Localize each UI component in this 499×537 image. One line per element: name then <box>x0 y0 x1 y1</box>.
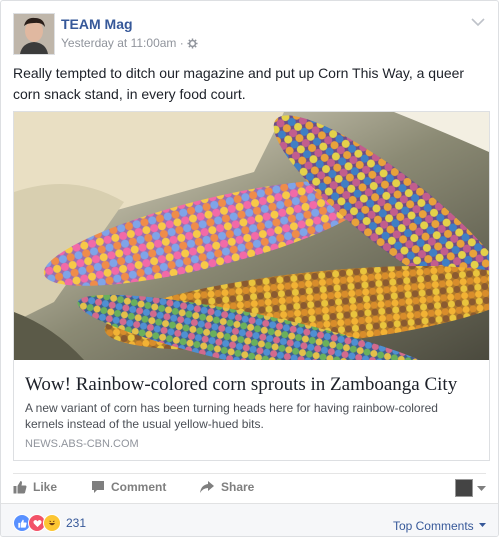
reaction-count[interactable]: 231 <box>66 516 86 530</box>
caret-down-icon <box>477 479 486 497</box>
post-as-selector[interactable] <box>455 479 486 497</box>
top-comments-dropdown[interactable]: Top Comments <box>393 517 486 533</box>
comment-button[interactable]: Comment <box>91 480 166 494</box>
comment-label: Comment <box>111 480 167 494</box>
top-comments-label: Top Comments <box>392 519 474 533</box>
meta-separator: · <box>179 36 184 50</box>
like-button[interactable]: Like <box>13 480 57 494</box>
like-label: Like <box>33 480 58 494</box>
post-timestamp[interactable]: Yesterday at 11:00am <box>61 36 176 50</box>
link-preview[interactable]: Wow! Rainbow-colored corn sprouts in Zam… <box>13 111 490 461</box>
comment-icon <box>91 480 105 494</box>
page-avatar-thumb <box>455 479 473 497</box>
action-bar: Like Comment Share <box>13 473 486 500</box>
post-header: TEAM Mag Yesterday at 11:00am · <box>13 13 486 55</box>
link-domain: NEWS.ABS-CBN.COM <box>25 438 139 450</box>
avatar[interactable] <box>13 13 55 55</box>
post-meta: Yesterday at 11:00am · <box>61 36 198 52</box>
chevron-down-icon[interactable] <box>470 15 486 27</box>
thumbs-up-icon <box>13 480 27 494</box>
caret-down-icon <box>479 517 486 531</box>
share-label: Share <box>221 480 255 494</box>
reactions-footer: 231 Top Comments <box>1 503 498 536</box>
reaction-summary[interactable]: 231 <box>13 514 86 532</box>
link-image[interactable] <box>14 112 489 360</box>
haha-reaction-icon <box>43 514 61 532</box>
share-button[interactable]: Share <box>199 480 254 494</box>
link-description: A new variant of corn has been turning h… <box>25 401 438 431</box>
post-author[interactable]: TEAM Mag <box>61 16 133 32</box>
post-card: TEAM Mag Yesterday at 11:00am · Really t… <box>0 0 499 537</box>
post-text: Really tempted to ditch our magazine and… <box>13 65 465 102</box>
gear-icon[interactable] <box>187 38 198 52</box>
share-icon <box>199 480 215 494</box>
link-title[interactable]: Wow! Rainbow-colored corn sprouts in Zam… <box>25 374 480 396</box>
